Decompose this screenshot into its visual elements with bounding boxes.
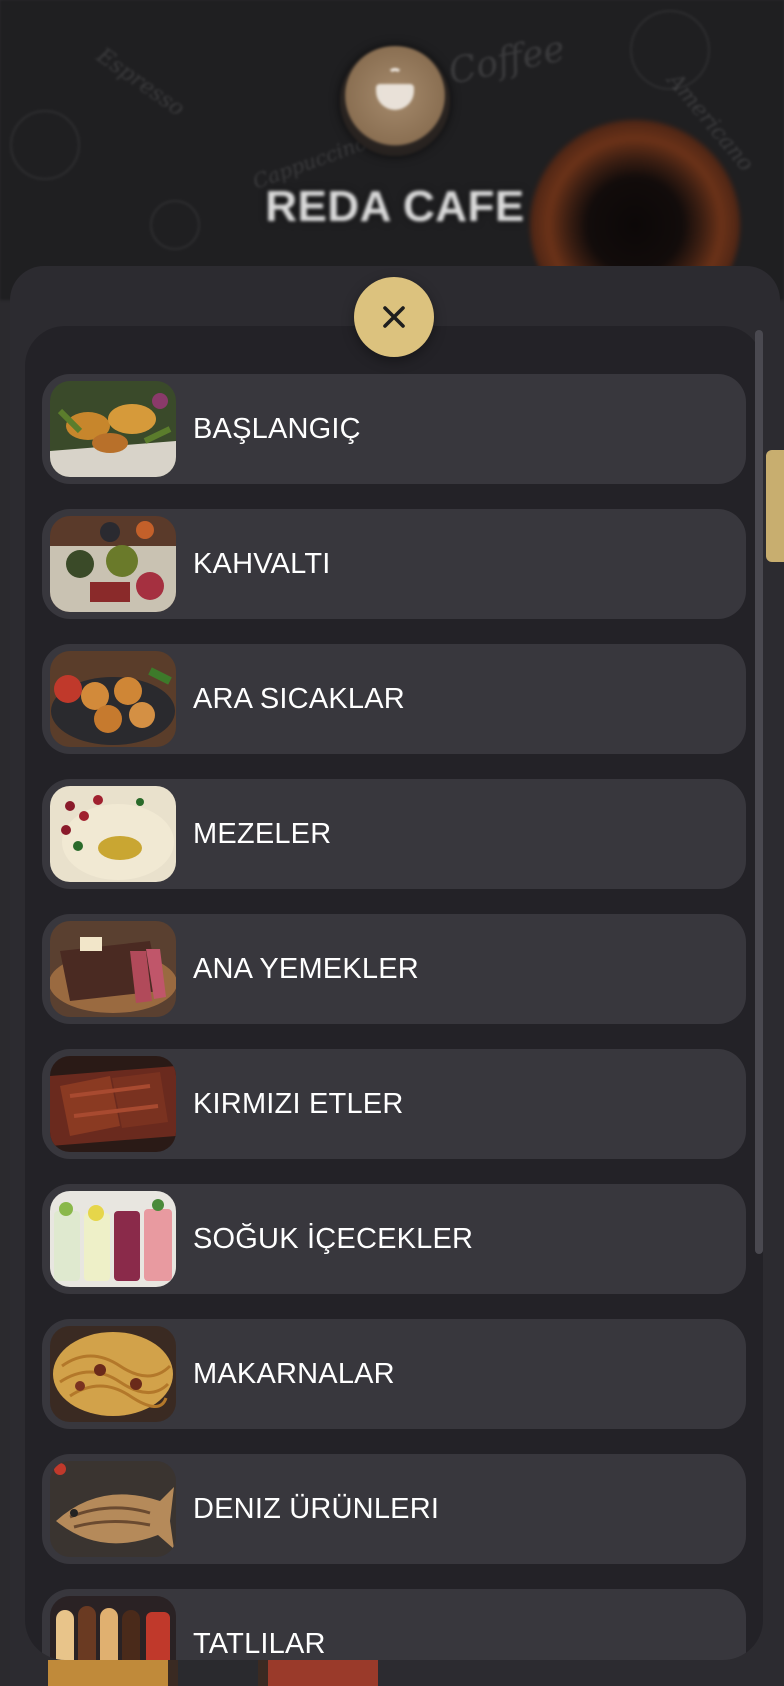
brand-title: REDA CAFE (265, 182, 525, 231)
cold-drink-icon (50, 1191, 176, 1287)
category-label: KIRMIZI ETLER (193, 1087, 404, 1120)
starter-icon (50, 381, 176, 477)
doodle-word: Espresso (91, 43, 189, 122)
seafood-icon (50, 1461, 176, 1557)
doodle-circle (10, 110, 80, 180)
category-item[interactable]: MAKARNALAR (42, 1319, 746, 1429)
breakfast-icon (50, 516, 176, 612)
hot-appetizer-icon (50, 651, 176, 747)
category-item[interactable]: ARA SICAKLAR (42, 644, 746, 754)
category-item[interactable]: DENIZ ÜRÜNLERI (42, 1454, 746, 1564)
close-icon (383, 306, 405, 328)
category-label: DENIZ ÜRÜNLERI (193, 1492, 440, 1525)
category-label: MEZELER (193, 817, 332, 850)
close-button[interactable] (354, 277, 434, 357)
category-label: SOĞUK İÇECEKLER (193, 1222, 474, 1255)
dessert-icon (50, 1596, 176, 1660)
red-meat-icon (50, 1056, 176, 1152)
category-item[interactable]: SOĞUK İÇECEKLER (42, 1184, 746, 1294)
category-label: ANA YEMEKLER (193, 952, 419, 985)
cup-icon (376, 84, 414, 110)
category-label: TATLILAR (193, 1627, 326, 1660)
pasta-icon (50, 1326, 176, 1422)
category-item[interactable]: KAHVALTI (42, 509, 746, 619)
doodle-circle (150, 200, 200, 250)
side-tab[interactable] (766, 450, 784, 562)
category-label: ARA SICAKLAR (193, 682, 405, 715)
doodle-word: Coffee (445, 28, 569, 93)
main-dish-icon (50, 921, 176, 1017)
category-list: BAŞLANGIÇ KAHVALTI ARA SICAKLAR MEZELER (42, 374, 746, 1660)
category-item[interactable]: ANA YEMEKLER (42, 914, 746, 1024)
category-modal: BAŞLANGIÇ KAHVALTI ARA SICAKLAR MEZELER (25, 326, 763, 1660)
category-item[interactable]: TATLILAR (42, 1589, 746, 1660)
steam-icon (388, 68, 402, 80)
category-item[interactable]: BAŞLANGIÇ (42, 374, 746, 484)
meze-icon (50, 786, 176, 882)
category-label: MAKARNALAR (193, 1357, 395, 1390)
category-label: BAŞLANGIÇ (193, 412, 361, 445)
category-item[interactable]: KIRMIZI ETLER (42, 1049, 746, 1159)
category-item[interactable]: MEZELER (42, 779, 746, 889)
hero-banner: Coffee Espresso Americano Cappuccino RED… (0, 0, 784, 300)
next-category-peek (48, 1660, 378, 1686)
cafe-logo (340, 46, 450, 156)
modal-scrollbar[interactable] (755, 330, 763, 1254)
category-label: KAHVALTI (193, 547, 331, 580)
